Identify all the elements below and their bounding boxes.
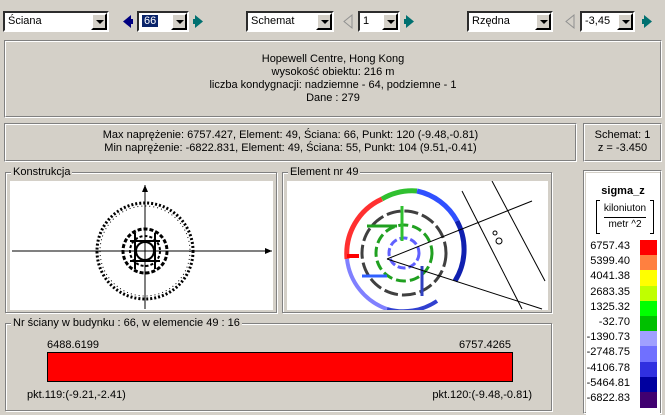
building-name: Hopewell Centre, Hong Kong [261,53,405,65]
legend-item-label: -32.70 [598,316,630,328]
legend-item: -5464.81 [586,376,660,393]
chevron-down-icon[interactable] [171,13,187,30]
legend-item-label: 6757.43 [590,240,630,252]
building-floors: liczba kondygnacji: nadziemne - 64, podz… [209,79,457,91]
legend-item-label: 4041.38 [590,270,630,283]
building-data: Dane : 279 [306,92,360,104]
next-wall-button[interactable] [191,11,207,32]
prev-wall-button[interactable] [119,11,135,32]
legend-item: -1390.73 [586,331,660,348]
coord-number-select[interactable]: -3,45 [580,11,635,32]
legend-color-swatch [640,285,657,302]
stress-summary-panel: Max naprężenie: 6757.427, Element: 49, Ś… [4,123,577,162]
mode-select-value: Ściana [8,15,42,27]
legend-color-swatch [640,361,657,378]
wall-left-point: pkt.119:(-9.21,-2.41) [27,389,126,401]
chevron-down-icon[interactable] [535,13,551,30]
wall-left-value: 6488.6199 [47,339,99,351]
legend-item-label: 2683.35 [590,285,630,298]
legend-scale: 6757.43 5399.40 4041.38 2683.35 1325.32 -32.7… [586,240,660,410]
next-coord-button[interactable] [640,11,656,32]
wall-group: Nr ściany w budynku : 66, w elemencie 49… [5,317,552,411]
legend-color-swatch [640,376,657,393]
legend-item-label: 1325.32 [590,300,630,313]
wall-number-select[interactable]: 66 [137,11,189,32]
element-group: Element nr 49 [282,166,552,314]
legend-color-swatch [640,255,657,272]
arrow-left-icon [123,15,133,28]
arrow-right-icon [193,15,203,28]
mode-select[interactable]: Ściana [3,11,109,32]
building-info-panel: Hopewell Centre, Hong Kong wysokość obie… [4,40,662,118]
legend-color-swatch [640,392,657,408]
legend-item-label: -2748.75 [586,346,630,359]
view-select-value: Schemat [251,15,295,27]
legend-item: -6822.83 [586,392,660,408]
chevron-down-icon[interactable] [617,13,633,30]
legend-color-swatch [640,300,657,317]
element-label: Element nr 49 [288,166,361,178]
legend-color-swatch [640,331,657,348]
arrow-left-icon [565,13,575,30]
legend-item: 1325.32 [586,300,660,317]
legend-color-swatch [640,346,657,363]
legend-box: sigma_z kiloniuton metr ^2 6757.43 5399.4… [586,173,660,415]
legend-item: -4106.78 [586,361,660,378]
schema-number-value: 1 [363,15,370,27]
legend-item: -32.70 [586,316,660,332]
legend-item: 4041.38 [586,270,660,287]
legend-item-label: 5399.40 [590,255,630,268]
legend-item: 6757.43 [586,240,660,256]
legend-color-swatch [640,316,657,332]
prev-schema-button[interactable] [340,11,356,32]
legend-item: -2748.75 [586,346,660,363]
min-stress: Min naprężenie: -6822.831, Element: 49, … [104,142,477,154]
wall-label: Nr ściany w budynku : 66, w elemencie 49… [11,317,242,329]
arrow-right-icon [642,15,652,28]
building-height: wysokość obiektu: 216 m [271,66,395,78]
legend-item-label: -5464.81 [586,376,630,389]
legend-color-swatch [640,270,657,287]
wall-number-value: 66 [142,15,159,27]
schema-z: z = -3.450 [597,142,648,154]
chevron-down-icon[interactable] [316,13,332,30]
legend-unit-bottom: metr ^2 [608,219,642,230]
view-select[interactable]: Schemat [246,11,334,32]
wall-right-point: pkt.120:(-9.48,-0.81) [432,389,532,401]
structure-view[interactable] [10,181,273,310]
coord-select-value: Rzędna [472,15,510,27]
legend-item-label: -1390.73 [586,331,630,344]
schema-label: Schemat: 1 [594,129,651,141]
legend-unit: kiloniuton metr ^2 [596,200,654,234]
wall-stress-bar [47,352,513,382]
konstrukcja-group: Konstrukcja [5,166,277,313]
schema-panel: Schemat: 1 z = -3.450 [583,123,662,162]
legend-item-label: -4106.78 [586,361,630,374]
chevron-down-icon[interactable] [91,13,107,30]
legend-unit-top: kiloniuton [603,203,647,214]
legend-title: sigma_z [601,185,645,197]
coord-number-value: -3,45 [585,15,611,27]
konstrukcja-label: Konstrukcja [11,166,73,178]
schema-number-select[interactable]: 1 [358,11,400,32]
legend-item: 2683.35 [586,285,660,302]
chevron-down-icon[interactable] [382,13,398,30]
element-view[interactable] [287,180,548,314]
arrow-right-icon [404,15,414,28]
legend-item-label: -6822.83 [586,392,630,404]
element-stress-drawing [344,180,546,314]
max-stress: Max naprężenie: 6757.427, Element: 49, Ś… [102,129,479,141]
structure-plan-drawing [12,185,272,309]
arrow-left-icon [343,13,353,30]
legend-color-swatch [640,240,657,256]
legend-item: 5399.40 [586,255,660,272]
next-schema-button[interactable] [402,11,418,32]
coord-select[interactable]: Rzędna [467,11,553,32]
prev-coord-button[interactable] [562,11,578,32]
wall-right-value: 6757.4265 [459,339,511,351]
legend-panel: sigma_z kiloniuton metr ^2 6757.43 5399.4… [583,170,662,415]
